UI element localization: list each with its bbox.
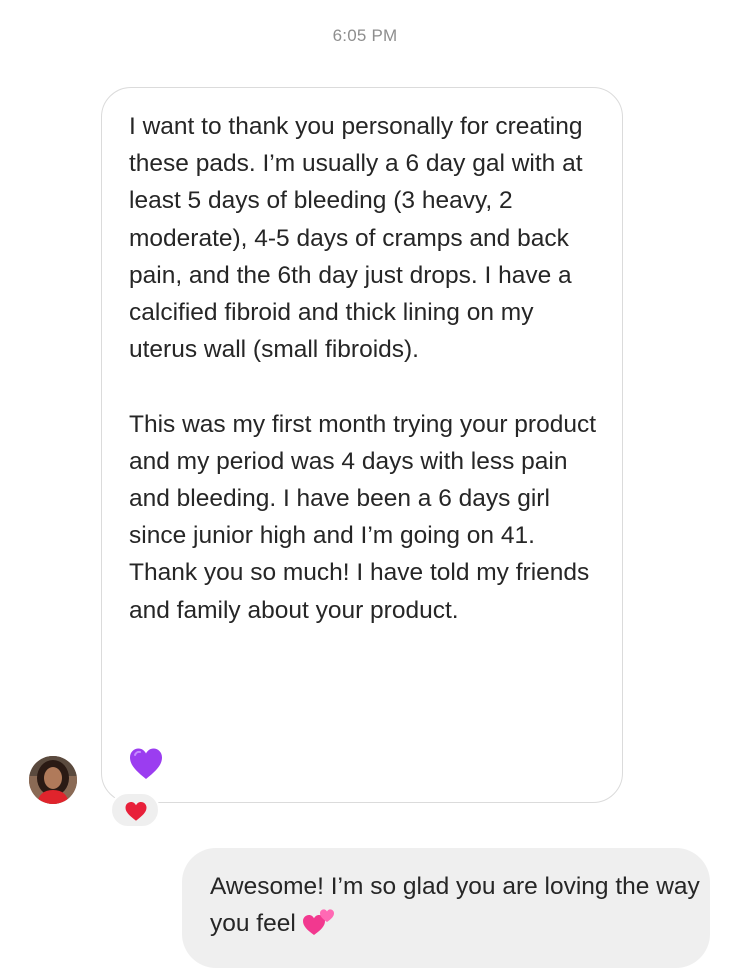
sender-avatar[interactable]: [29, 756, 77, 804]
outgoing-message-bubble[interactable]: Awesome! I’m so glad you are loving the …: [182, 848, 710, 968]
message-timestamp: 6:05 PM: [332, 26, 398, 45]
avatar-photo: [29, 756, 77, 804]
purple-heart-icon: [130, 748, 162, 779]
two-hearts-icon: [302, 909, 334, 936]
outgoing-message-text: Awesome! I’m so glad you are loving the …: [210, 873, 700, 938]
outgoing-message-content: Awesome! I’m so glad you are loving the …: [210, 868, 700, 942]
heart-reaction-badge[interactable]: [110, 792, 160, 828]
red-heart-icon: [125, 801, 147, 821]
incoming-message-text: I want to thank you personally for creat…: [129, 113, 597, 624]
incoming-message-bubble[interactable]: I want to thank you personally for creat…: [101, 87, 623, 803]
